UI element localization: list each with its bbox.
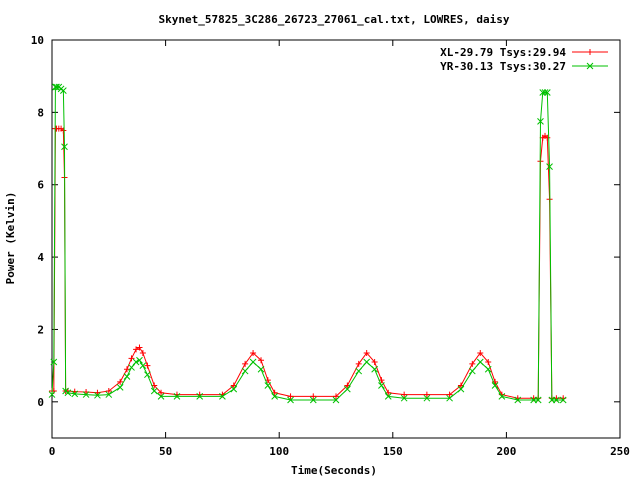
- data-point: [249, 358, 257, 366]
- x-axis-label: Time(Seconds): [291, 464, 377, 477]
- series-line: [52, 128, 564, 399]
- x-tick-label: 250: [610, 445, 630, 458]
- data-point: [241, 367, 249, 375]
- x-tick-label: 0: [49, 445, 56, 458]
- x-tick-label: 50: [159, 445, 172, 458]
- data-point: [123, 373, 131, 380]
- y-tick-label: 10: [31, 34, 44, 47]
- data-point: [128, 364, 135, 371]
- chart-area: Skynet_57825_3C286_26723_27061_cal.txt, …: [0, 0, 640, 480]
- data-point: [116, 383, 124, 391]
- y-tick-label: 2: [37, 323, 44, 336]
- data-point: [371, 365, 378, 373]
- series-1: [49, 125, 567, 402]
- data-point: [355, 367, 363, 375]
- data-point: [468, 367, 476, 375]
- data-point: [378, 382, 385, 389]
- y-tick-label: 4: [37, 251, 44, 264]
- legend-label: YR-30.13 Tsys:30.27: [440, 60, 566, 73]
- y-tick-label: 8: [37, 106, 44, 119]
- data-point: [144, 371, 151, 379]
- x-tick-label: 100: [269, 445, 289, 458]
- series-line: [51, 86, 564, 401]
- chart-svg: Skynet_57825_3C286_26723_27061_cal.txt, …: [4, 13, 630, 477]
- data-point: [150, 387, 158, 395]
- data-point: [476, 358, 484, 366]
- y-tick-label: 6: [37, 179, 44, 192]
- series-layer: [48, 83, 567, 404]
- legend: XL-29.79 Tsys:29.94YR-30.13 Tsys:30.27: [440, 46, 608, 73]
- data-point: [139, 349, 146, 356]
- x-tick-label: 150: [383, 445, 403, 458]
- y-tick-label: 0: [37, 396, 44, 409]
- axes: [51, 39, 621, 439]
- data-point: [363, 358, 371, 366]
- data-point: [257, 365, 265, 373]
- legend-marker: [587, 49, 593, 55]
- series-2: [48, 83, 567, 404]
- legend-label: XL-29.79 Tsys:29.94: [440, 46, 566, 59]
- x-tick-label: 200: [496, 445, 516, 458]
- chart-title: Skynet_57825_3C286_26723_27061_cal.txt, …: [159, 13, 510, 26]
- y-axis-label: Power (Kelvin): [4, 192, 17, 285]
- data-point: [264, 382, 272, 389]
- data-point: [128, 355, 135, 362]
- plot-frame: [51, 39, 621, 439]
